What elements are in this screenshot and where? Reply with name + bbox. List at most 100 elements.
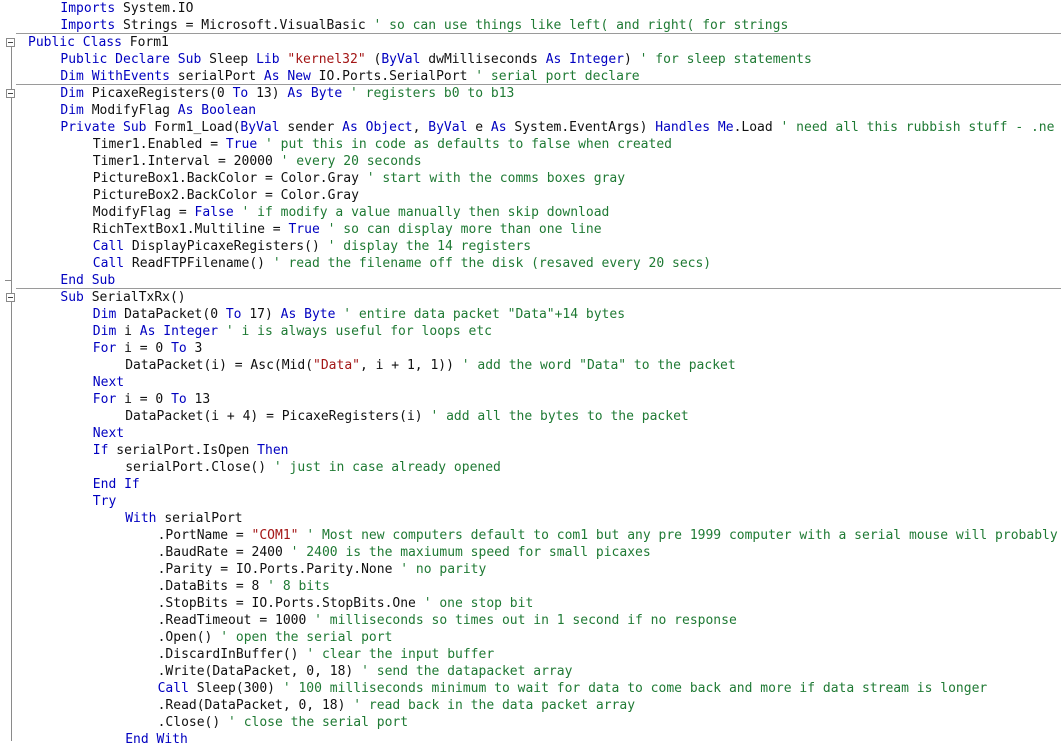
code-line[interactable]: End If bbox=[0, 476, 1061, 493]
comment-token: ' start with the comms boxes gray bbox=[366, 171, 626, 186]
code-line[interactable]: Call ReadFTPFilename() ' read the filena… bbox=[0, 255, 1061, 272]
code-line[interactable]: For i = 0 To 3 bbox=[0, 340, 1061, 357]
identifier-token bbox=[257, 137, 265, 152]
keyword-token: Then bbox=[257, 443, 289, 458]
identifier-token: ) bbox=[623, 52, 640, 67]
comment-token: ' add all the bytes to the packet bbox=[430, 409, 689, 424]
comment-token: ' 2400 is the maxiumum speed for small p… bbox=[290, 545, 651, 560]
keyword-token: Call bbox=[157, 681, 189, 696]
keyword-token: True bbox=[288, 222, 320, 237]
code-line[interactable]: End With bbox=[0, 731, 1061, 744]
keyword-token: End With bbox=[125, 732, 188, 744]
identifier-token: serialPort bbox=[156, 511, 243, 526]
code-line[interactable]: PictureBox1.BackColor = Color.Gray ' sta… bbox=[0, 170, 1061, 187]
code-line[interactable]: Dim i As Integer ' i is always useful fo… bbox=[0, 323, 1061, 340]
keyword-token: End Sub bbox=[60, 273, 116, 288]
code-line[interactable]: .PortName = "COM1" ' Most new computers … bbox=[0, 527, 1061, 544]
code-line[interactable]: ModifyFlag = False ' if modify a value m… bbox=[0, 204, 1061, 221]
code-line[interactable]: Dim WithEvents serialPort As New IO.Port… bbox=[0, 68, 1061, 85]
keyword-token: As Byte bbox=[280, 307, 336, 322]
identifier-token: i = 0 bbox=[116, 392, 172, 407]
code-line[interactable]: RichTextBox1.Multiline = True ' so can d… bbox=[0, 221, 1061, 238]
code-line[interactable]: .DataBits = 8 ' 8 bits bbox=[0, 578, 1061, 595]
code-line[interactable]: End Sub bbox=[0, 272, 1061, 289]
identifier-token: PictureBox2.BackColor = Color.Gray bbox=[92, 188, 359, 203]
code-line[interactable]: serialPort.Close() ' just in case alread… bbox=[0, 459, 1061, 476]
code-line[interactable]: Public Class Form1 bbox=[0, 34, 1061, 51]
code-line[interactable]: .StopBits = IO.Ports.StopBits.One ' one … bbox=[0, 595, 1061, 612]
comment-token: ' just in case already opened bbox=[273, 460, 501, 475]
code-line[interactable]: If serialPort.IsOpen Then bbox=[0, 442, 1061, 459]
keyword-token: As Byte bbox=[287, 86, 343, 101]
code-line[interactable]: Sub SerialTxRx() bbox=[0, 289, 1061, 306]
code-line[interactable]: Public Declare Sub Sleep Lib "kernel32" … bbox=[0, 51, 1061, 68]
code-line[interactable]: .Read(DataPacket, 0, 18) ' read back in … bbox=[0, 697, 1061, 714]
code-line[interactable]: PictureBox2.BackColor = Color.Gray bbox=[0, 187, 1061, 204]
code-line[interactable]: For i = 0 To 13 bbox=[0, 391, 1061, 408]
code-line[interactable]: .Parity = IO.Ports.Parity.None ' no pari… bbox=[0, 561, 1061, 578]
identifier-token: .ReadTimeout = 1000 bbox=[157, 613, 315, 628]
keyword-token: Call bbox=[92, 239, 125, 254]
code-line[interactable]: With serialPort bbox=[0, 510, 1061, 527]
comment-token: ' add the word "Data" to the packet bbox=[461, 358, 736, 373]
keyword-token: Next bbox=[92, 426, 125, 441]
string-token: "COM1" bbox=[251, 528, 299, 543]
identifier-token: ModifyFlag = bbox=[92, 205, 195, 220]
identifier-token: Timer1.Enabled = bbox=[92, 137, 226, 152]
comment-token: ' registers b0 to b13 bbox=[350, 86, 515, 101]
code-editor[interactable]: Imports System.IO Imports Strings = Micro… bbox=[0, 0, 1061, 744]
identifier-token: PicaxeRegisters(0 bbox=[83, 86, 233, 101]
keyword-token: Public Class bbox=[28, 35, 122, 50]
keyword-token: Try bbox=[92, 494, 117, 509]
identifier-token: Sleep(300) bbox=[188, 681, 283, 696]
comment-token: ' so can use things like left( and right… bbox=[373, 18, 789, 33]
code-line[interactable]: Dim PicaxeRegisters(0 To 13) As Byte ' r… bbox=[0, 85, 1061, 102]
code-line[interactable]: Call DisplayPicaxeRegisters() ' display … bbox=[0, 238, 1061, 255]
keyword-token: False bbox=[194, 205, 234, 220]
code-line[interactable]: .ReadTimeout = 1000 ' milliseconds so ti… bbox=[0, 612, 1061, 629]
identifier-token: DisplayPicaxeRegisters() bbox=[124, 239, 328, 254]
code-line[interactable]: Timer1.Interval = 20000 ' every 20 secon… bbox=[0, 153, 1061, 170]
keyword-token: For bbox=[92, 392, 117, 407]
code-line[interactable]: DataPacket(i) = Asc(Mid("Data", i + 1, 1… bbox=[0, 357, 1061, 374]
code-line[interactable]: .BaudRate = 2400 ' 2400 is the maxiumum … bbox=[0, 544, 1061, 561]
identifier-token: ( bbox=[365, 52, 382, 67]
code-line[interactable]: Private Sub Form1_Load(ByVal sender As O… bbox=[0, 119, 1061, 136]
identifier-token: .StopBits = IO.Ports.StopBits.One bbox=[157, 596, 424, 611]
keyword-token: As Object bbox=[342, 120, 413, 135]
identifier-token: serialPort.IsOpen bbox=[108, 443, 258, 458]
code-line[interactable]: Timer1.Enabled = True ' put this in code… bbox=[0, 136, 1061, 153]
code-line[interactable]: .Open() ' open the serial port bbox=[0, 629, 1061, 646]
code-line[interactable]: DataPacket(i + 4) = PicaxeRegisters(i) '… bbox=[0, 408, 1061, 425]
identifier-token: serialPort bbox=[169, 69, 264, 84]
keyword-token: As bbox=[490, 120, 507, 135]
identifier-token: PictureBox1.BackColor = Color.Gray bbox=[92, 171, 367, 186]
code-line[interactable]: .Close() ' close the serial port bbox=[0, 714, 1061, 731]
code-line[interactable]: .Write(DataPacket, 0, 18) ' send the dat… bbox=[0, 663, 1061, 680]
identifier-token: .Load bbox=[733, 120, 781, 135]
code-line[interactable]: Dim ModifyFlag As Boolean bbox=[0, 102, 1061, 119]
code-line[interactable]: Try bbox=[0, 493, 1061, 510]
code-line[interactable]: Imports System.IO bbox=[0, 0, 1061, 17]
identifier-token bbox=[218, 324, 226, 339]
identifier-token: System.EventArgs) bbox=[506, 120, 656, 135]
code-line[interactable]: .DiscardInBuffer() ' clear the input buf… bbox=[0, 646, 1061, 663]
identifier-token: Form1_Load( bbox=[146, 120, 241, 135]
comment-token: ' 100 milliseconds minimum to wait for d… bbox=[282, 681, 988, 696]
code-line[interactable]: Next bbox=[0, 374, 1061, 391]
code-line[interactable]: Next bbox=[0, 425, 1061, 442]
identifier-token: DataPacket(i) = Asc(Mid( bbox=[125, 358, 314, 373]
keyword-token: Dim bbox=[92, 307, 117, 322]
keyword-token: For bbox=[92, 341, 117, 356]
comment-token: ' entire data packet "Data"+14 bytes bbox=[343, 307, 626, 322]
code-line[interactable]: Imports Strings = Microsoft.VisualBasic … bbox=[0, 17, 1061, 34]
code-line[interactable]: Dim DataPacket(0 To 17) As Byte ' entire… bbox=[0, 306, 1061, 323]
code-line[interactable]: Call Sleep(300) ' 100 milliseconds minim… bbox=[0, 680, 1061, 697]
code-text-area[interactable]: Imports System.IO Imports Strings = Micro… bbox=[0, 0, 1061, 744]
identifier-token: serialPort.Close() bbox=[125, 460, 274, 475]
identifier-token: , bbox=[412, 120, 429, 135]
keyword-token: With bbox=[125, 511, 157, 526]
identifier-token: 17) bbox=[241, 307, 281, 322]
identifier-token: .Close() bbox=[157, 715, 229, 730]
keyword-token: Handles Me bbox=[655, 120, 734, 135]
